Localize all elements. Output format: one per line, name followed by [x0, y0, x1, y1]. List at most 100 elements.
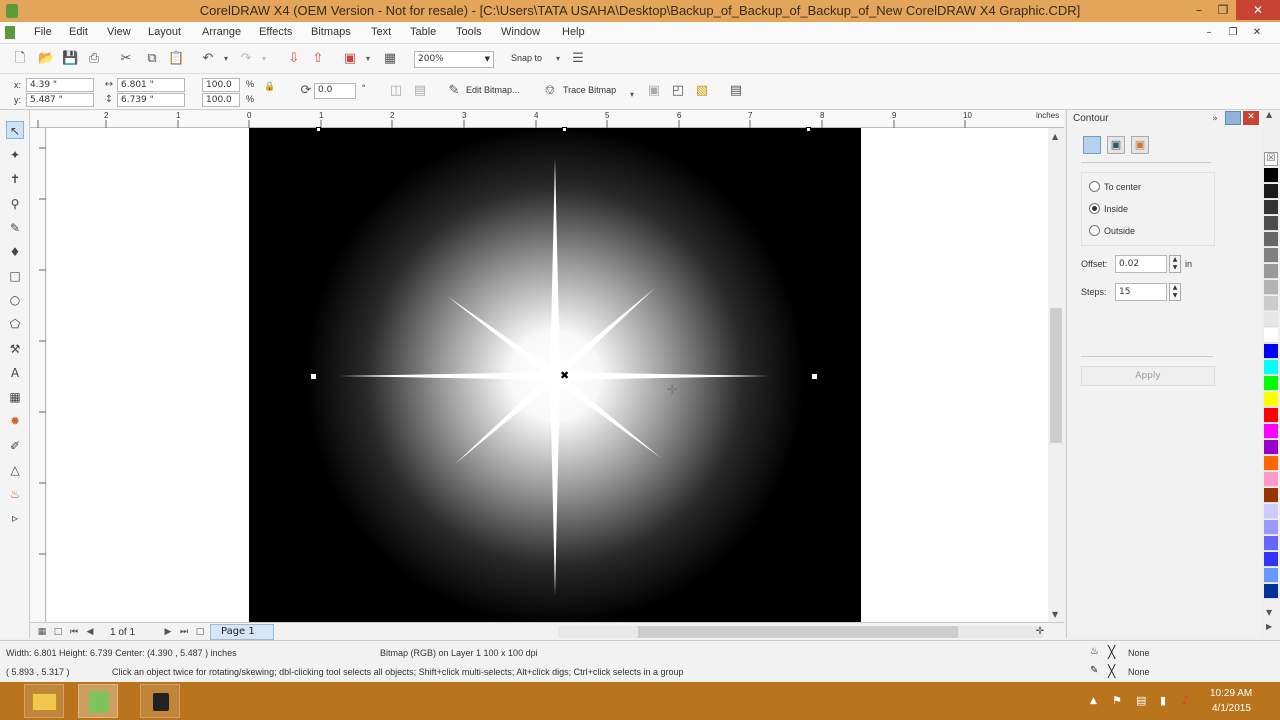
- menu-table[interactable]: Table: [410, 26, 436, 38]
- options-icon[interactable]: ☰: [570, 51, 586, 67]
- no-color-icon[interactable]: ☒: [1264, 152, 1278, 166]
- contour-lines-tab-icon[interactable]: ▣: [1107, 136, 1125, 154]
- zoom-select[interactable]: 200% ▼: [414, 51, 494, 68]
- welcome-screen-icon[interactable]: ▦: [382, 51, 398, 67]
- table-tool-icon[interactable]: ▦: [6, 388, 24, 406]
- y-position-field[interactable]: 5.487 ": [26, 93, 94, 107]
- launcher-dropdown-icon[interactable]: ▾: [360, 51, 376, 67]
- scroll-thumb[interactable]: [1050, 308, 1062, 443]
- color-swatch[interactable]: [1264, 296, 1278, 311]
- close-button[interactable]: ✕: [1236, 0, 1280, 20]
- color-swatch[interactable]: [1264, 488, 1278, 503]
- doc-restore-button[interactable]: ❐: [1220, 23, 1246, 43]
- redo-dropdown-icon[interactable]: ▾: [256, 51, 272, 67]
- vertical-scrollbar[interactable]: ▲ ▼: [1048, 128, 1064, 622]
- open-icon[interactable]: 📂: [38, 51, 54, 67]
- prev-page-icon[interactable]: ◀: [82, 624, 98, 640]
- flag-icon[interactable]: ⚑: [1112, 694, 1122, 707]
- color-swatch[interactable]: [1264, 232, 1278, 247]
- docker-pin-icon[interactable]: [1225, 111, 1241, 125]
- zoom-tool-icon[interactable]: ⚲: [6, 195, 24, 213]
- pick-tool-icon[interactable]: ↖: [6, 121, 24, 139]
- color-swatch[interactable]: [1264, 456, 1278, 471]
- horizontal-ruler[interactable]: 2 1 0 1 2 3 4 5 6 7 8 9 10 inches: [30, 110, 1064, 128]
- crop-icon[interactable]: ▣: [646, 83, 662, 99]
- color-swatch[interactable]: [1264, 424, 1278, 439]
- palette-scroll-up-icon[interactable]: ▲: [1266, 110, 1272, 119]
- color-swatch[interactable]: [1264, 360, 1278, 375]
- volume-icon[interactable]: ♪: [1182, 694, 1189, 707]
- color-swatch[interactable]: [1264, 536, 1278, 551]
- smart-fill-tool-icon[interactable]: ♦: [6, 243, 24, 261]
- menu-effects[interactable]: Effects: [259, 26, 292, 38]
- tray-arrow-icon[interactable]: ▲: [1090, 696, 1097, 706]
- new-icon[interactable]: 🗋: [12, 51, 28, 67]
- freehand-tool-icon[interactable]: ✎: [6, 219, 24, 237]
- color-swatch[interactable]: [1264, 248, 1278, 263]
- clock-time[interactable]: 10:29 AM: [1210, 688, 1252, 699]
- first-page-icon[interactable]: ⏮: [66, 624, 82, 640]
- page-tab[interactable]: Page 1: [210, 624, 274, 640]
- rotation-angle-field[interactable]: 0.0: [314, 83, 356, 99]
- scroll-up-icon[interactable]: ▲: [1052, 132, 1058, 141]
- menu-help[interactable]: Help: [562, 26, 585, 38]
- export-icon[interactable]: ⇧: [310, 51, 326, 67]
- text-tool-icon[interactable]: A: [6, 364, 24, 382]
- last-page-icon[interactable]: ⏭: [176, 624, 192, 640]
- interactive-fill-tool-icon[interactable]: ▹: [6, 509, 24, 527]
- lock-ratio-icon[interactable]: 🔒: [262, 79, 278, 95]
- menu-view[interactable]: View: [107, 26, 131, 38]
- next-page-icon[interactable]: ▶: [160, 624, 176, 640]
- snap-to-button[interactable]: Snap to: [511, 53, 542, 63]
- save-icon[interactable]: 💾: [62, 51, 78, 67]
- color-swatch[interactable]: [1264, 568, 1278, 583]
- menu-edit[interactable]: Edit: [69, 26, 88, 38]
- contour-color-tab-icon[interactable]: ▣: [1131, 136, 1149, 154]
- menu-text[interactable]: Text: [371, 26, 391, 38]
- vertical-ruler[interactable]: [30, 128, 46, 622]
- width-field[interactable]: 6.801 ": [117, 78, 185, 92]
- wrap-text-icon[interactable]: ▤: [728, 83, 744, 99]
- outline-none-icon[interactable]: ╳: [1108, 664, 1115, 678]
- scroll-down-icon[interactable]: ▼: [1052, 610, 1058, 619]
- color-swatch[interactable]: [1264, 184, 1278, 199]
- color-swatch[interactable]: [1264, 200, 1278, 215]
- center-marker-icon[interactable]: ✖: [560, 370, 569, 381]
- menu-file[interactable]: File: [34, 26, 52, 38]
- undo-dropdown-icon[interactable]: ▾: [218, 51, 234, 67]
- color-swatch[interactable]: [1264, 328, 1278, 343]
- camera-app-button[interactable]: [140, 684, 180, 718]
- offset-field[interactable]: 0.02: [1115, 255, 1167, 273]
- scale-height-field[interactable]: 100.0: [202, 93, 240, 107]
- apply-button[interactable]: Apply: [1081, 366, 1215, 386]
- contour-steps-tab-icon[interactable]: [1083, 136, 1101, 154]
- steps-field[interactable]: 15: [1115, 283, 1167, 301]
- fill-tool-icon[interactable]: ♨: [6, 485, 24, 503]
- crop-tool-icon[interactable]: ✝: [6, 170, 24, 188]
- doc-minimize-button[interactable]: –: [1196, 23, 1222, 43]
- copy-icon[interactable]: ⧉: [144, 51, 160, 67]
- undo-icon[interactable]: ↶: [200, 51, 216, 67]
- color-swatch[interactable]: [1264, 376, 1278, 391]
- color-swatch[interactable]: [1264, 312, 1278, 327]
- selection-handle[interactable]: [562, 127, 567, 132]
- redo-icon[interactable]: ↷: [238, 51, 254, 67]
- height-field[interactable]: 6.739 ": [117, 93, 185, 107]
- radio-to-center[interactable]: [1089, 181, 1100, 192]
- bitmap-color-mask-icon[interactable]: ▧: [694, 83, 710, 99]
- palette-expand-icon[interactable]: ▶: [1266, 622, 1272, 631]
- scale-width-field[interactable]: 100.0: [202, 78, 240, 92]
- color-swatch[interactable]: [1264, 504, 1278, 519]
- color-swatch[interactable]: [1264, 520, 1278, 535]
- shape-tool-icon[interactable]: ✦: [6, 146, 24, 164]
- outline-tool-icon[interactable]: △: [6, 461, 24, 479]
- mirror-vertical-icon[interactable]: ▤: [412, 83, 428, 99]
- file-explorer-button[interactable]: [24, 684, 64, 718]
- print-icon[interactable]: ⎙: [86, 51, 102, 67]
- docker-close-icon[interactable]: ✕: [1243, 111, 1259, 125]
- menu-window[interactable]: Window: [501, 26, 540, 38]
- fill-none-icon[interactable]: ╳: [1108, 645, 1115, 659]
- selection-handle[interactable]: [310, 373, 317, 380]
- rectangle-tool-icon[interactable]: □: [6, 267, 24, 285]
- application-launcher-icon[interactable]: ▣: [342, 51, 358, 67]
